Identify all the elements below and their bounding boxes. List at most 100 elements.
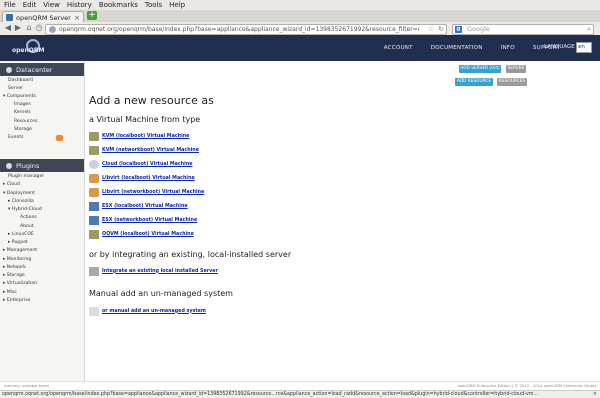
sidebar-item-linuxcoe[interactable]: ▸ LinuxCOE (8, 232, 34, 237)
vm-type-item[interactable]: ESX (networkboot) Virtual Machine (89, 214, 197, 226)
sidebar-item-events[interactable]: Events (8, 135, 24, 140)
page-title: Add a new resource as (89, 94, 214, 107)
vm-type-item[interactable]: Libvirt (localboot) Virtual Machine (89, 172, 195, 184)
openqrm-logo[interactable]: openQRM (12, 39, 48, 57)
menu-edit[interactable]: Edit (23, 1, 37, 9)
vm-type-link-libvirt-networkboot[interactable]: Libvirt (networkboot) Virtual Machine (102, 190, 204, 195)
forward-icon[interactable]: ▶ (14, 24, 22, 32)
nav-info[interactable]: INFO (501, 45, 515, 51)
sidebar-item-deployment[interactable]: ▾ Deployment (3, 191, 35, 196)
vm-type-link-esx-localboot[interactable]: ESX (localboot) Virtual Machine (102, 204, 188, 209)
menu-tools[interactable]: Tools (145, 1, 162, 9)
sidebar: Datacenter Dashboard Server ▾ Components… (0, 61, 85, 381)
tab-title: openQRM Server (16, 13, 71, 22)
sidebar-item-enterprise[interactable]: ▸ Enterprise (3, 298, 30, 303)
sidebar-item-resources[interactable]: Resources (14, 119, 37, 124)
manual-add-link[interactable]: or manual add an un-managed system (102, 309, 206, 314)
vm-type-item[interactable]: Libvirt (networkboot) Virtual Machine (89, 186, 204, 198)
sidebar-item-cloud[interactable]: ▸ Cloud (3, 182, 20, 187)
site-header: openQRM ACCOUNT DOCUMENTATION INFO SUPPO… (0, 35, 600, 61)
vm-type-item[interactable]: ESX (localboot) Virtual Machine (89, 200, 188, 212)
sidebar-item-network[interactable]: ▸ Network (3, 265, 26, 270)
search-engine-icon[interactable]: g (455, 26, 462, 33)
plugins-header[interactable]: Plugins (0, 159, 84, 172)
sidebar-item-images[interactable]: Images (14, 102, 31, 107)
datacenter-icon (6, 66, 12, 73)
back-icon[interactable]: ◀ (4, 24, 12, 32)
language-label: LANGUAGE (544, 44, 575, 50)
oqvm-icon (89, 229, 99, 239)
search-icon[interactable]: ⌕ (587, 25, 591, 34)
integrate-server-link[interactable]: Integrate an existing local installed Se… (102, 269, 218, 274)
sidebar-item-storage-plugins[interactable]: ▸ Storage (3, 273, 25, 278)
events-badge[interactable] (56, 135, 63, 141)
url-bar[interactable]: openqrm.oqnet.org/openqrm/base/index.php… (45, 24, 447, 35)
sidebar-item-components[interactable]: ▾ Components (3, 94, 36, 99)
esx-icon (89, 201, 99, 211)
sidebar-item-about[interactable]: About (20, 224, 34, 229)
menu-file[interactable]: File (4, 1, 16, 9)
sidebar-item-virtualization[interactable]: ▸ Virtualization (3, 281, 37, 286)
document-icon (89, 306, 99, 316)
datacenter-title: Datacenter (16, 65, 53, 74)
plugins-icon (6, 162, 12, 169)
vm-type-link-kvm-networkboot[interactable]: KVM (networkboot) Virtual Machine (102, 148, 199, 153)
libvirt-icon (89, 187, 99, 197)
footer-right: openQRM Enterprise Edition | © 2012 - 20… (457, 383, 596, 388)
vm-type-item[interactable]: KVM (networkboot) Virtual Machine (89, 144, 199, 156)
plugins-title: Plugins (16, 161, 40, 170)
top-nav: ACCOUNT DOCUMENTATION INFO SUPPORT (366, 35, 560, 61)
nav-documentation[interactable]: DOCUMENTATION (431, 45, 483, 51)
vm-type-link-cloud-localboot[interactable]: Cloud (localboot) Virtual Machine (102, 162, 193, 167)
url-text[interactable]: openqrm.oqnet.org/openqrm/base/index.php… (59, 25, 419, 34)
sidebar-item-dashboard[interactable]: Dashboard (8, 78, 33, 83)
sidebar-item-puppet[interactable]: ▸ Puppet (8, 240, 28, 245)
manual-heading: Manual add an un-managed system (89, 289, 233, 298)
kvm-icon (89, 145, 99, 155)
sidebar-item-monitoring[interactable]: ▸ Monitoring (3, 257, 31, 262)
server-icon (89, 266, 99, 276)
integrate-item[interactable]: Integrate an existing local installed Se… (89, 265, 218, 277)
vm-type-link-esx-networkboot[interactable]: ESX (networkboot) Virtual Machine (102, 218, 197, 223)
logo-text: openQRM (12, 47, 45, 54)
openqrm-favicon-icon (6, 14, 13, 21)
new-tab-button[interactable]: + (87, 11, 97, 20)
language-select[interactable]: en (576, 42, 592, 53)
vm-type-link-kvm-localboot[interactable]: KVM (localboot) Virtual Machine (102, 134, 189, 139)
menu-bookmarks[interactable]: Bookmarks (99, 1, 138, 9)
search-box[interactable]: g Google ⌕ (452, 24, 594, 35)
manual-item[interactable]: or manual add an un-managed system (89, 305, 206, 317)
bookmark-star-icon[interactable]: ☆ (428, 25, 434, 34)
vm-type-heading: a Virtual Machine from type (89, 115, 201, 124)
sidebar-item-misc[interactable]: ▸ Misc (3, 290, 17, 295)
footer-left: memory: variable bytes (4, 383, 50, 388)
sidebar-item-kernels[interactable]: Kernels (14, 110, 31, 115)
vm-type-link-oqvm-localboot[interactable]: OQVM (localboot) Virtual Machine (102, 232, 194, 237)
tab-close-icon[interactable]: × (74, 14, 80, 22)
browser-nav-bar: ◀ ▶ ⌂ ◷ openqrm.oqnet.org/openqrm/base/i… (0, 22, 600, 36)
home-icon[interactable]: ⌂ (25, 24, 33, 32)
sidebar-item-actions[interactable]: Actions (20, 215, 37, 220)
sidebar-item-management[interactable]: ▸ Management (3, 248, 37, 253)
menu-history[interactable]: History (67, 1, 92, 9)
sidebar-item-plugin-manager[interactable]: Plugin manager (8, 174, 44, 179)
reload-icon[interactable]: ↻ (438, 25, 444, 34)
sidebar-item-clonezilla[interactable]: ▸ Clonezilla (8, 199, 34, 204)
cloud-icon (89, 159, 99, 169)
sidebar-item-server[interactable]: Server (8, 86, 23, 91)
datacenter-header[interactable]: Datacenter (0, 63, 84, 76)
menu-view[interactable]: View (43, 1, 60, 9)
browser-menu-bar: File Edit View History Bookmarks Tools H… (0, 0, 600, 10)
vm-type-item[interactable]: OQVM (localboot) Virtual Machine (89, 228, 194, 240)
esx-icon (89, 215, 99, 225)
nav-account[interactable]: ACCOUNT (384, 45, 413, 51)
main-content: Add a new resource as a Virtual Machine … (85, 70, 600, 381)
site-identity-icon[interactable] (49, 26, 56, 33)
vm-type-link-libvirt-localboot[interactable]: Libvirt (localboot) Virtual Machine (102, 176, 195, 181)
sidebar-item-storage[interactable]: Storage (14, 127, 32, 132)
menu-help[interactable]: Help (169, 1, 185, 9)
sidebar-item-hybrid-cloud[interactable]: ▾ Hybrid-Cloud (8, 207, 42, 212)
vm-type-item[interactable]: KVM (localboot) Virtual Machine (89, 130, 189, 142)
vm-type-item[interactable]: Cloud (localboot) Virtual Machine (89, 158, 193, 170)
history-icon[interactable]: ◷ (35, 24, 43, 32)
